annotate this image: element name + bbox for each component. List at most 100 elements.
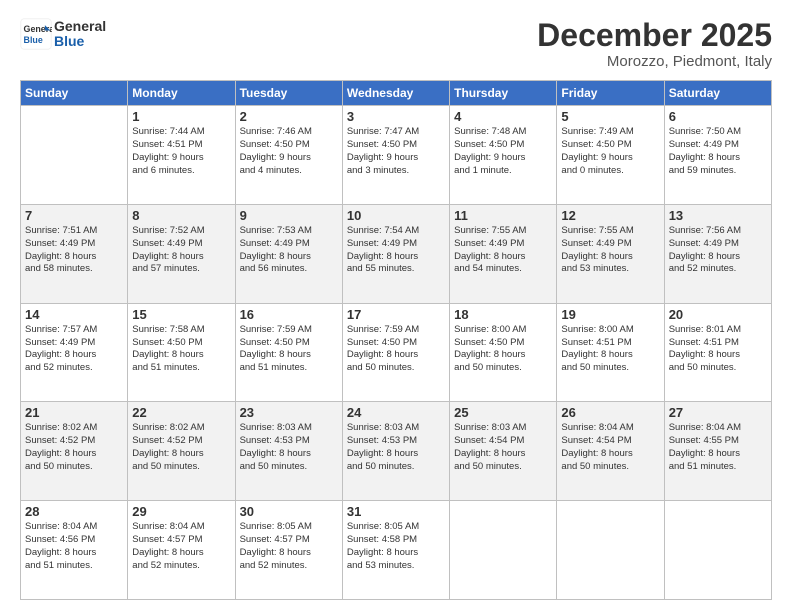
page: General Blue General Blue December 2025 … xyxy=(0,0,792,612)
day-info: Sunrise: 7:55 AMSunset: 4:49 PMDaylight:… xyxy=(561,225,659,276)
calendar-cell: 29 Sunrise: 8:04 AMSunset: 4:57 PMDayligh… xyxy=(128,501,235,600)
day-info: Sunrise: 8:04 AMSunset: 4:55 PMDaylight:… xyxy=(669,422,767,473)
calendar-cell: 30 Sunrise: 8:05 AMSunset: 4:57 PMDayligh… xyxy=(235,501,342,600)
calendar-cell: 2 Sunrise: 7:46 AMSunset: 4:50 PMDaylight… xyxy=(235,106,342,205)
day-number: 30 xyxy=(240,504,338,519)
day-number: 14 xyxy=(25,307,123,322)
day-number: 27 xyxy=(669,405,767,420)
day-info: Sunrise: 7:54 AMSunset: 4:49 PMDaylight:… xyxy=(347,225,445,276)
logo-icon: General Blue xyxy=(20,18,52,50)
calendar-header-row: Sunday Monday Tuesday Wednesday Thursday… xyxy=(21,81,772,106)
calendar-cell: 12 Sunrise: 7:55 AMSunset: 4:49 PMDayligh… xyxy=(557,204,664,303)
day-info: Sunrise: 7:51 AMSunset: 4:49 PMDaylight:… xyxy=(25,225,123,276)
col-thursday: Thursday xyxy=(450,81,557,106)
day-number: 28 xyxy=(25,504,123,519)
day-number: 25 xyxy=(454,405,552,420)
day-info: Sunrise: 7:48 AMSunset: 4:50 PMDaylight:… xyxy=(454,126,552,177)
calendar-cell: 17 Sunrise: 7:59 AMSunset: 4:50 PMDayligh… xyxy=(342,303,449,402)
day-number: 3 xyxy=(347,109,445,124)
day-number: 15 xyxy=(132,307,230,322)
day-info: Sunrise: 8:03 AMSunset: 4:53 PMDaylight:… xyxy=(240,422,338,473)
calendar-cell: 11 Sunrise: 7:55 AMSunset: 4:49 PMDayligh… xyxy=(450,204,557,303)
day-info: Sunrise: 7:57 AMSunset: 4:49 PMDaylight:… xyxy=(25,324,123,375)
location: Morozzo, Piedmont, Italy xyxy=(537,53,772,70)
col-monday: Monday xyxy=(128,81,235,106)
calendar-table: Sunday Monday Tuesday Wednesday Thursday… xyxy=(20,80,772,600)
day-info: Sunrise: 7:59 AMSunset: 4:50 PMDaylight:… xyxy=(347,324,445,375)
logo-general: General xyxy=(54,19,106,34)
calendar-cell: 22Sunrise: 8:02 AMSunset: 4:52 PMDayligh… xyxy=(128,402,235,501)
calendar-cell: 1 Sunrise: 7:44 AMSunset: 4:51 PMDaylight… xyxy=(128,106,235,205)
calendar-cell: 4 Sunrise: 7:48 AMSunset: 4:50 PMDaylight… xyxy=(450,106,557,205)
calendar-cell: 13Sunrise: 7:56 AMSunset: 4:49 PMDayligh… xyxy=(664,204,771,303)
header: General Blue General Blue December 2025 … xyxy=(20,18,772,70)
day-number: 13 xyxy=(669,208,767,223)
calendar-cell: 9Sunrise: 7:53 AMSunset: 4:49 PMDaylight… xyxy=(235,204,342,303)
day-number: 29 xyxy=(132,504,230,519)
title-block: December 2025 Morozzo, Piedmont, Italy xyxy=(537,18,772,70)
day-number: 12 xyxy=(561,208,659,223)
calendar-cell: 20Sunrise: 8:01 AMSunset: 4:51 PMDayligh… xyxy=(664,303,771,402)
day-info: Sunrise: 8:05 AMSunset: 4:58 PMDaylight:… xyxy=(347,521,445,572)
day-info: Sunrise: 8:03 AMSunset: 4:54 PMDaylight:… xyxy=(454,422,552,473)
day-number: 17 xyxy=(347,307,445,322)
col-wednesday: Wednesday xyxy=(342,81,449,106)
day-number: 19 xyxy=(561,307,659,322)
calendar-cell: 16Sunrise: 7:59 AMSunset: 4:50 PMDayligh… xyxy=(235,303,342,402)
day-number: 26 xyxy=(561,405,659,420)
day-number: 7 xyxy=(25,208,123,223)
day-number: 22 xyxy=(132,405,230,420)
calendar-cell xyxy=(21,106,128,205)
day-info: Sunrise: 7:44 AMSunset: 4:51 PMDaylight:… xyxy=(132,126,230,177)
calendar-cell: 14 Sunrise: 7:57 AMSunset: 4:49 PMDayligh… xyxy=(21,303,128,402)
day-number: 18 xyxy=(454,307,552,322)
day-info: Sunrise: 8:04 AMSunset: 4:57 PMDaylight:… xyxy=(132,521,230,572)
day-number: 10 xyxy=(347,208,445,223)
day-info: Sunrise: 7:55 AMSunset: 4:49 PMDaylight:… xyxy=(454,225,552,276)
day-number: 24 xyxy=(347,405,445,420)
calendar-cell: 27 Sunrise: 8:04 AMSunset: 4:55 PMDayligh… xyxy=(664,402,771,501)
day-number: 1 xyxy=(132,109,230,124)
calendar-cell xyxy=(664,501,771,600)
calendar-cell: 24 Sunrise: 8:03 AMSunset: 4:53 PMDayligh… xyxy=(342,402,449,501)
calendar-cell: 7 Sunrise: 7:51 AMSunset: 4:49 PMDaylight… xyxy=(21,204,128,303)
day-number: 2 xyxy=(240,109,338,124)
week-row-3: 14 Sunrise: 7:57 AMSunset: 4:49 PMDayligh… xyxy=(21,303,772,402)
day-number: 8 xyxy=(132,208,230,223)
calendar-cell: 25 Sunrise: 8:03 AMSunset: 4:54 PMDayligh… xyxy=(450,402,557,501)
col-friday: Friday xyxy=(557,81,664,106)
day-info: Sunrise: 8:03 AMSunset: 4:53 PMDaylight:… xyxy=(347,422,445,473)
col-sunday: Sunday xyxy=(21,81,128,106)
day-number: 21 xyxy=(25,405,123,420)
calendar-cell: 31 Sunrise: 8:05 AMSunset: 4:58 PMDayligh… xyxy=(342,501,449,600)
week-row-4: 21Sunrise: 8:02 AMSunset: 4:52 PMDayligh… xyxy=(21,402,772,501)
calendar-cell: 15 Sunrise: 7:58 AMSunset: 4:50 PMDayligh… xyxy=(128,303,235,402)
calendar-cell: 23 Sunrise: 8:03 AMSunset: 4:53 PMDayligh… xyxy=(235,402,342,501)
logo-blue: Blue xyxy=(54,34,106,49)
day-number: 20 xyxy=(669,307,767,322)
day-info: Sunrise: 7:46 AMSunset: 4:50 PMDaylight:… xyxy=(240,126,338,177)
week-row-1: 1 Sunrise: 7:44 AMSunset: 4:51 PMDaylight… xyxy=(21,106,772,205)
calendar-cell: 8Sunrise: 7:52 AMSunset: 4:49 PMDaylight… xyxy=(128,204,235,303)
svg-text:Blue: Blue xyxy=(24,35,43,45)
day-number: 31 xyxy=(347,504,445,519)
day-info: Sunrise: 7:58 AMSunset: 4:50 PMDaylight:… xyxy=(132,324,230,375)
day-info: Sunrise: 7:59 AMSunset: 4:50 PMDaylight:… xyxy=(240,324,338,375)
day-info: Sunrise: 8:00 AMSunset: 4:50 PMDaylight:… xyxy=(454,324,552,375)
day-number: 11 xyxy=(454,208,552,223)
day-info: Sunrise: 8:05 AMSunset: 4:57 PMDaylight:… xyxy=(240,521,338,572)
day-number: 23 xyxy=(240,405,338,420)
logo: General Blue General Blue xyxy=(20,18,106,50)
month-title: December 2025 xyxy=(537,18,772,53)
calendar-cell: 10 Sunrise: 7:54 AMSunset: 4:49 PMDayligh… xyxy=(342,204,449,303)
day-info: Sunrise: 7:53 AMSunset: 4:49 PMDaylight:… xyxy=(240,225,338,276)
calendar-cell: 6Sunrise: 7:50 AMSunset: 4:49 PMDaylight… xyxy=(664,106,771,205)
calendar-cell: 18 Sunrise: 8:00 AMSunset: 4:50 PMDayligh… xyxy=(450,303,557,402)
calendar-cell: 3Sunrise: 7:47 AMSunset: 4:50 PMDaylight… xyxy=(342,106,449,205)
day-number: 4 xyxy=(454,109,552,124)
calendar-cell: 21Sunrise: 8:02 AMSunset: 4:52 PMDayligh… xyxy=(21,402,128,501)
day-info: Sunrise: 7:49 AMSunset: 4:50 PMDaylight:… xyxy=(561,126,659,177)
day-info: Sunrise: 8:00 AMSunset: 4:51 PMDaylight:… xyxy=(561,324,659,375)
week-row-5: 28Sunrise: 8:04 AMSunset: 4:56 PMDayligh… xyxy=(21,501,772,600)
calendar-cell xyxy=(450,501,557,600)
